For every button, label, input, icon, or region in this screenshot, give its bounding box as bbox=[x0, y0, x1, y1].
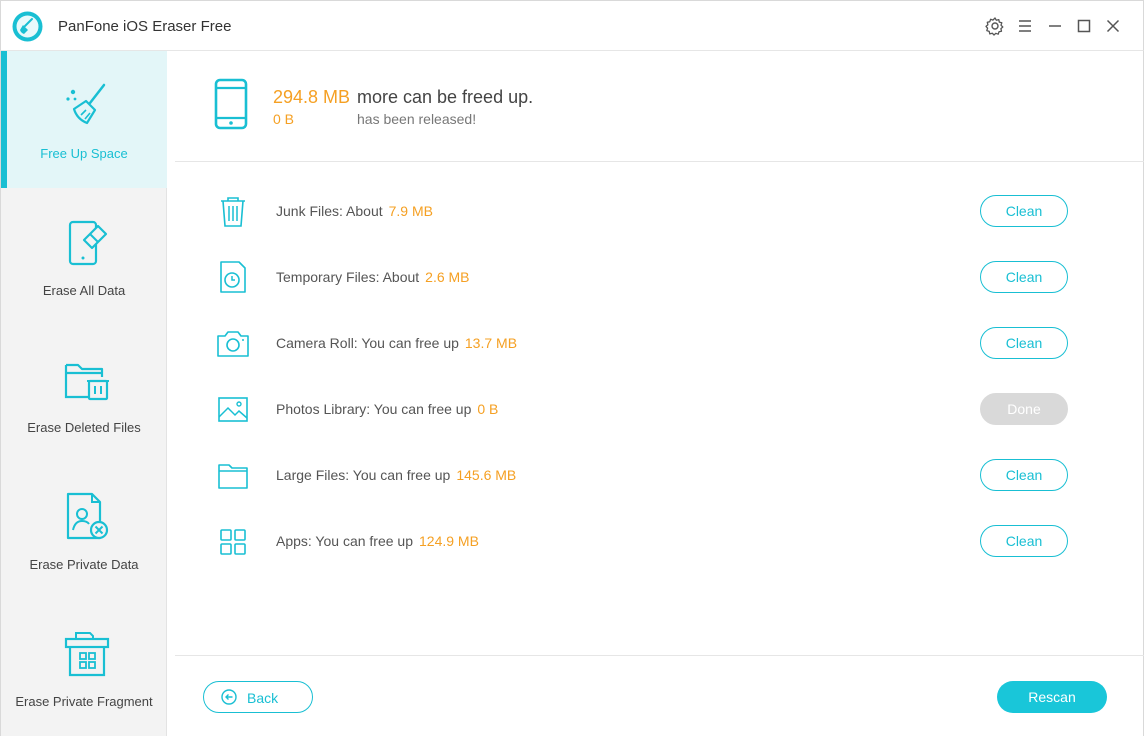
clean-button[interactable]: Clean bbox=[980, 525, 1068, 557]
item-value: 7.9 MB bbox=[388, 203, 433, 219]
released-amount: 0 B bbox=[273, 111, 295, 127]
phone-icon bbox=[214, 78, 248, 130]
clean-button[interactable]: Clean bbox=[980, 261, 1068, 293]
sidebar-item-free-up-space[interactable]: Free Up Space bbox=[1, 51, 167, 188]
back-button[interactable]: Back bbox=[203, 681, 313, 713]
list-item: Temporary Files: About 2.6 MB Clean bbox=[175, 243, 1144, 309]
item-label: Large Files: You can free up bbox=[276, 467, 451, 483]
title-bar: PanFone iOS Eraser Free bbox=[0, 0, 1144, 51]
list-item: Apps: You can free up 124.9 MB Clean bbox=[175, 507, 1144, 573]
footer-bar: Back Rescan bbox=[175, 655, 1144, 736]
item-value: 124.9 MB bbox=[419, 533, 479, 549]
list-item: Junk Files: About 7.9 MB Clean bbox=[175, 177, 1144, 243]
sidebar-item-label: Erase Private Data bbox=[29, 557, 139, 572]
main-panel: 294.8 MB more can be freed up. 0 B has b… bbox=[175, 51, 1144, 736]
item-value: 13.7 MB bbox=[464, 335, 518, 351]
clean-button[interactable]: Clean bbox=[980, 459, 1068, 491]
rescan-button[interactable]: Rescan bbox=[997, 681, 1107, 713]
item-value: 2.6 MB bbox=[425, 269, 470, 285]
sidebar-item-erase-private-fragment[interactable]: Erase Private Fragment bbox=[1, 599, 167, 736]
minimize-icon[interactable] bbox=[1044, 15, 1066, 37]
item-value: 0 B bbox=[477, 401, 499, 417]
done-button: Done bbox=[980, 393, 1068, 425]
clean-button[interactable]: Clean bbox=[980, 195, 1068, 227]
item-label: Photos Library: You can free up bbox=[276, 401, 472, 417]
app-logo-icon bbox=[12, 11, 43, 42]
sidebar-item-label: Erase Deleted Files bbox=[27, 420, 141, 435]
list-item: Camera Roll: You can free up 13.7 MB Clea… bbox=[175, 309, 1144, 375]
sidebar-item-erase-deleted-files[interactable]: Erase Deleted Files bbox=[1, 325, 167, 462]
settings-icon[interactable] bbox=[984, 15, 1006, 37]
trash-icon bbox=[221, 197, 245, 227]
item-label: Camera Roll: You can free up bbox=[276, 335, 459, 351]
house-grid-icon bbox=[64, 632, 110, 677]
app-title: PanFone iOS Eraser Free bbox=[58, 18, 232, 35]
list-item: Large Files: You can free up 145.6 MB Cle… bbox=[175, 441, 1144, 507]
sidebar-item-label: Erase Private Fragment bbox=[15, 694, 153, 709]
camera-icon bbox=[217, 331, 249, 357]
phone-eraser-icon bbox=[68, 220, 108, 266]
item-label: Apps: You can free up bbox=[276, 533, 413, 549]
sidebar-item-erase-private-data[interactable]: Erase Private Data bbox=[1, 462, 167, 599]
back-label: Back bbox=[247, 690, 279, 706]
arrow-left-circle-icon bbox=[221, 689, 237, 705]
close-icon[interactable] bbox=[1102, 15, 1124, 37]
sidebar-item-label: Free Up Space bbox=[40, 146, 128, 161]
clean-button[interactable]: Clean bbox=[980, 327, 1068, 359]
apps-grid-icon bbox=[220, 529, 246, 555]
sidebar: Free Up Space Erase All Data Erase Delet… bbox=[0, 51, 167, 736]
maximize-icon[interactable] bbox=[1073, 15, 1095, 37]
sidebar-item-label: Erase All Data bbox=[42, 283, 126, 298]
sidebar-item-erase-all-data[interactable]: Erase All Data bbox=[1, 188, 167, 325]
clock-file-icon bbox=[220, 261, 246, 293]
broom-icon bbox=[66, 83, 106, 125]
menu-icon[interactable] bbox=[1014, 15, 1036, 37]
item-label: Junk Files: About bbox=[276, 203, 383, 219]
folder-icon bbox=[218, 464, 248, 489]
summary-header: 294.8 MB more can be freed up. 0 B has b… bbox=[175, 51, 1144, 162]
freeable-text: more can be freed up. bbox=[357, 87, 534, 107]
user-document-icon bbox=[66, 492, 109, 540]
folder-trash-icon bbox=[64, 363, 109, 401]
released-text: has been released! bbox=[357, 111, 477, 127]
item-label: Temporary Files: About bbox=[276, 269, 420, 285]
list-item: Photos Library: You can free up 0 B Done bbox=[175, 375, 1144, 441]
freeable-amount: 294.8 MB bbox=[273, 87, 351, 107]
item-value: 145.6 MB bbox=[456, 467, 517, 483]
image-icon bbox=[218, 397, 248, 422]
